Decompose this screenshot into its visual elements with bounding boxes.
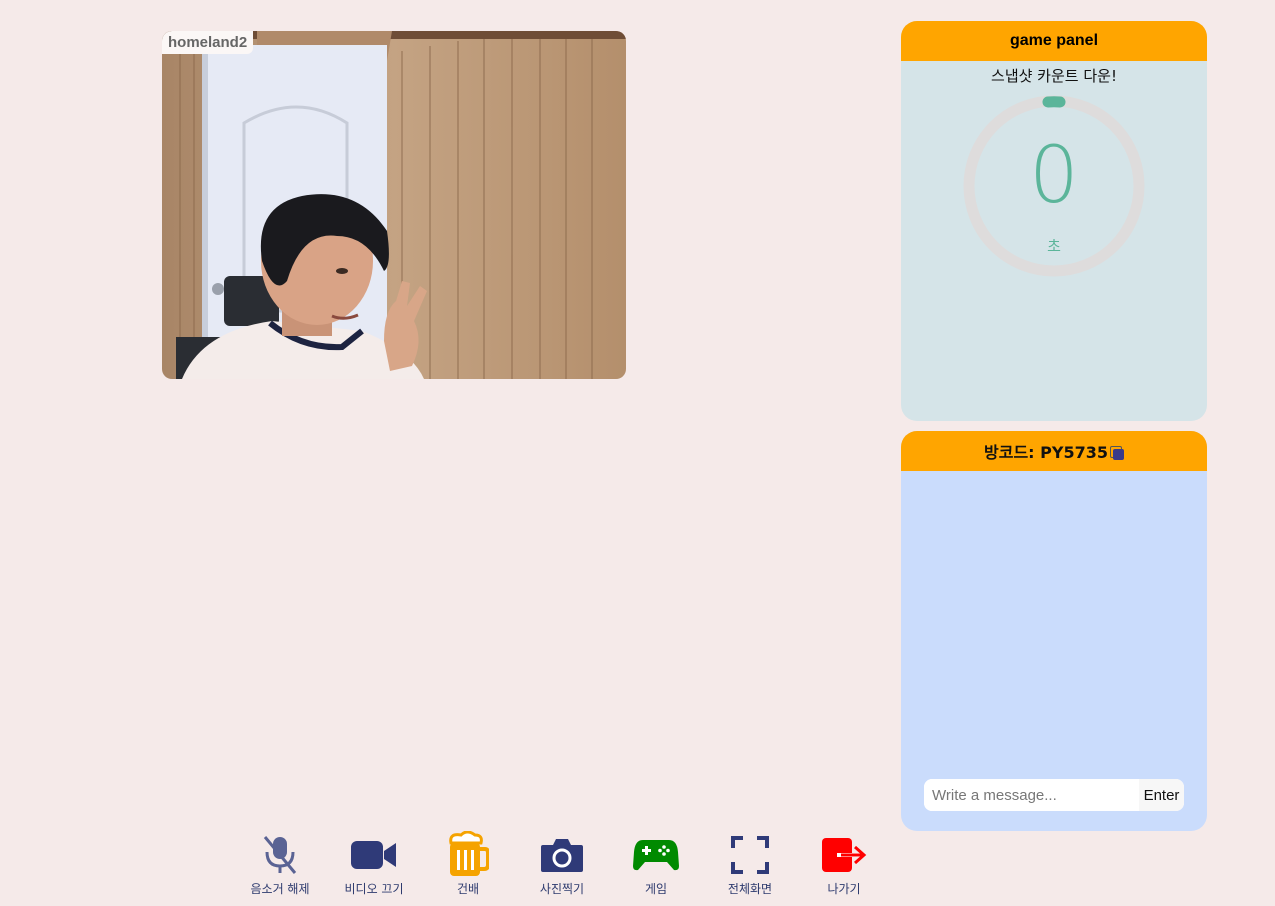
timer-unit: 초 — [1047, 237, 1061, 255]
game-panel: game panel 스냅샷 카운트 다운! 0 초 — [901, 21, 1207, 421]
fullscreen-button[interactable]: 전체화면 — [703, 830, 797, 902]
message-input[interactable] — [924, 779, 1139, 811]
chat-input-row: Enter — [924, 779, 1184, 811]
gamepad-icon — [633, 840, 679, 871]
chat-panel: 방코드: PY5735 Enter — [901, 431, 1207, 831]
unmute-label: 음소거 해제 — [250, 882, 310, 896]
fullscreen-icon — [731, 836, 769, 874]
game-label: 게임 — [644, 882, 668, 896]
video-camera-icon — [351, 841, 396, 869]
webcam-feed-image — [162, 31, 626, 379]
exit-icon — [822, 838, 867, 872]
fullscreen-label: 전체화면 — [727, 882, 773, 896]
game-panel-title: game panel — [901, 21, 1207, 61]
mic-off-icon — [263, 836, 297, 874]
video-off-button[interactable]: 비디오 끄기 — [327, 830, 421, 902]
participant-username: homeland2 — [162, 31, 254, 54]
camera-icon — [541, 839, 583, 872]
video-off-label: 비디오 끄기 — [344, 882, 404, 896]
copy-icon[interactable] — [1109, 446, 1124, 460]
leave-label: 나가기 — [827, 882, 861, 896]
countdown-timer: 0 초 — [963, 95, 1145, 277]
room-code-label: 방코드: PY5735 — [984, 443, 1108, 462]
chat-header: 방코드: PY5735 — [901, 431, 1207, 471]
unmute-button[interactable]: 음소거 해제 — [233, 830, 327, 902]
take-photo-button[interactable]: 사진찍기 — [515, 830, 609, 902]
timer-value: 0 — [1029, 131, 1079, 221]
send-button[interactable]: Enter — [1139, 779, 1184, 811]
countdown-title: 스냅샷 카운트 다운! — [991, 67, 1117, 85]
participant-video: homeland2 — [162, 31, 626, 379]
take-photo-label: 사진찍기 — [539, 882, 585, 896]
game-button[interactable]: 게임 — [609, 830, 703, 902]
leave-button[interactable]: 나가기 — [797, 830, 891, 902]
control-toolbar: 음소거 해제 비디오 끄기 건배 사진찍기 게임 전체화면 나가기 — [233, 830, 891, 902]
cheers-label: 건배 — [456, 882, 480, 896]
cheers-button[interactable]: 건배 — [421, 830, 515, 902]
beer-mug-icon — [449, 831, 489, 876]
